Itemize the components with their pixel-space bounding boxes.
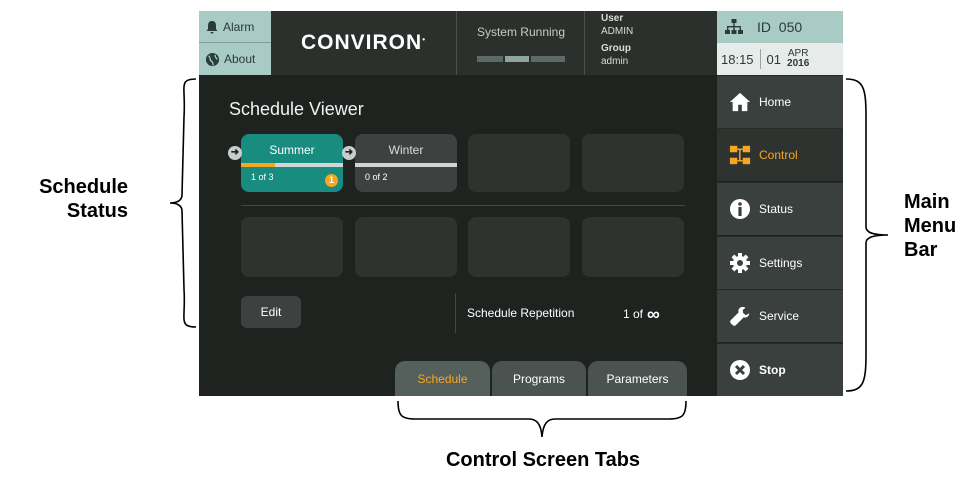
edit-button[interactable]: Edit bbox=[241, 296, 301, 328]
tile-progress-track bbox=[241, 163, 343, 167]
menu-label: Home bbox=[759, 95, 792, 109]
annotation-schedule-status: Schedule Status bbox=[39, 176, 128, 222]
menu-label: Status bbox=[759, 202, 794, 216]
schedule-slot-empty[interactable] bbox=[468, 217, 570, 277]
schedule-slot-empty[interactable] bbox=[582, 217, 684, 277]
tile-name: Summer bbox=[269, 143, 315, 157]
schedule-slot-empty[interactable] bbox=[355, 217, 457, 277]
stop-icon bbox=[729, 359, 751, 381]
about-button[interactable]: About bbox=[199, 43, 271, 75]
globe-icon bbox=[205, 52, 220, 66]
about-label: About bbox=[224, 52, 256, 66]
schedule-slot-empty[interactable] bbox=[582, 134, 684, 192]
wrench-icon bbox=[729, 305, 751, 327]
user-heading: User bbox=[601, 13, 624, 24]
tile-progress-fill bbox=[241, 163, 275, 167]
tile-count: 1 of 3 bbox=[251, 172, 274, 182]
bottom-brace bbox=[397, 400, 687, 438]
group-value: admin bbox=[601, 56, 629, 67]
page-title: Schedule Viewer bbox=[229, 99, 364, 119]
tab-parameters[interactable]: Parameters bbox=[588, 361, 687, 396]
info-icon bbox=[729, 198, 751, 220]
tile-count: 0 of 2 bbox=[365, 172, 388, 182]
menu-control[interactable]: Control bbox=[717, 128, 843, 181]
alarm-label: Alarm bbox=[223, 19, 255, 34]
menu-status[interactable]: Status bbox=[717, 182, 843, 235]
home-icon bbox=[729, 91, 751, 113]
menu-label: Settings bbox=[759, 256, 803, 270]
schedule-repetition-value[interactable]: 1 of ∞ bbox=[623, 304, 660, 325]
right-brace bbox=[845, 78, 889, 392]
run-indicator-segment bbox=[477, 56, 503, 62]
menu-service[interactable]: Service bbox=[717, 289, 843, 342]
schedule-slot-empty[interactable] bbox=[241, 217, 343, 277]
group-heading: Group bbox=[601, 43, 631, 54]
arrow-right-icon: ➜ bbox=[342, 146, 356, 160]
tab-schedule[interactable]: Schedule bbox=[395, 361, 490, 396]
row-divider bbox=[241, 205, 685, 206]
user-value: ADMIN bbox=[601, 26, 634, 37]
left-brace bbox=[169, 78, 197, 328]
schedule-tile-summer[interactable]: Summer 1 of 3 1 bbox=[241, 134, 343, 192]
tile-badge: 1 bbox=[325, 174, 338, 187]
gear-icon bbox=[729, 252, 751, 274]
system-status-text: System Running bbox=[476, 25, 566, 39]
date-year: 2016 bbox=[787, 58, 810, 69]
annotation-main-menu-bar: Main Menu Bar bbox=[904, 191, 957, 261]
run-indicator-segment bbox=[531, 56, 565, 62]
menu-label: Control bbox=[759, 148, 798, 162]
tab-programs[interactable]: Programs bbox=[492, 361, 586, 396]
vertical-divider bbox=[455, 293, 456, 333]
tile-name: Winter bbox=[388, 143, 424, 157]
conviron-logo: CONVIRON • bbox=[271, 11, 457, 75]
device-id-panel: ID 050 bbox=[717, 11, 843, 43]
schedule-tile-winter[interactable]: Winter 0 of 2 bbox=[355, 134, 457, 192]
menu-stop[interactable]: Stop bbox=[717, 343, 843, 396]
menu-label: Stop bbox=[759, 363, 786, 377]
user-panel: User ADMIN Group admin bbox=[585, 11, 717, 75]
network-icon bbox=[725, 19, 743, 34]
annotation-control-screen-tabs: Control Screen Tabs bbox=[445, 449, 641, 471]
id-value: 050 bbox=[778, 19, 803, 35]
system-status-panel: System Running bbox=[457, 11, 585, 75]
schedule-slot-empty[interactable] bbox=[468, 134, 570, 192]
run-indicator-segment bbox=[505, 56, 529, 62]
infinity-symbol: ∞ bbox=[647, 304, 660, 324]
clock-time: 18:15 bbox=[721, 51, 754, 67]
alarm-button[interactable]: Alarm bbox=[199, 11, 271, 43]
tile-progress-track bbox=[355, 163, 457, 167]
datetime-panel: 18:15 01 APR 2016 bbox=[717, 43, 843, 75]
menu-settings[interactable]: Settings bbox=[717, 236, 843, 289]
id-label: ID bbox=[757, 19, 771, 35]
control-icon bbox=[729, 144, 751, 166]
menu-label: Service bbox=[759, 309, 800, 323]
bell-icon bbox=[206, 20, 218, 34]
arrow-right-icon: ➜ bbox=[228, 146, 242, 160]
schedule-repetition-label: Schedule Repetition bbox=[467, 306, 575, 320]
menu-home[interactable]: Home bbox=[717, 75, 843, 128]
date-day: 01 bbox=[766, 51, 782, 67]
